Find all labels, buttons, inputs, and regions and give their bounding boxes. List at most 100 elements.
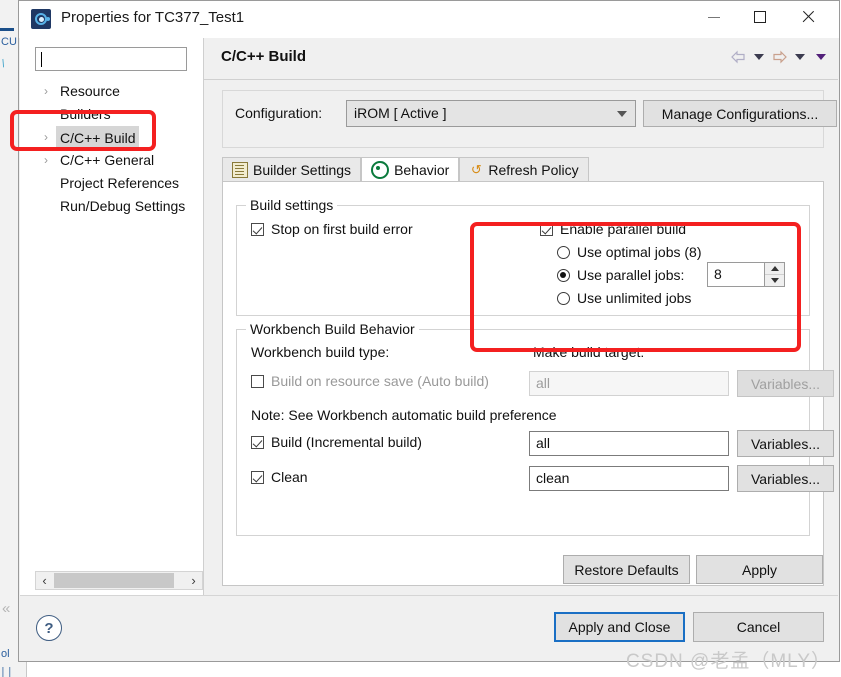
tab-label: Refresh Policy (488, 162, 579, 178)
scrollbar-thumb[interactable] (54, 573, 174, 588)
restore-defaults-label: Restore Defaults (574, 561, 679, 578)
page-title: C/C++ Build (221, 48, 307, 65)
watermark: CSDN @老孟（MLY） (625, 651, 831, 672)
checkbox-label: Clean (271, 469, 308, 485)
incremental-build-target-input[interactable]: all (529, 431, 729, 456)
checkbox-icon[interactable] (251, 374, 264, 388)
sidebar-item-project-references[interactable]: Project References (20, 172, 203, 195)
workbench-legend: Workbench Build Behavior (246, 321, 419, 337)
sidebar-item-ccpp-build[interactable]: › C/C++ Build (20, 126, 203, 151)
sidebar-item-builders[interactable]: Builders (20, 103, 203, 126)
radio-label: Use unlimited jobs (577, 290, 692, 306)
chevron-right-icon[interactable]: › (44, 149, 48, 172)
workbench-build-behavior-group: Workbench Build Behavior Workbench build… (236, 321, 834, 536)
refresh-icon: ↺ (470, 162, 482, 177)
background-slash-icon: / (0, 57, 8, 71)
settings-content-panel: C/C++ Build Configuration: iROM [Active… (204, 38, 838, 596)
close-button[interactable] (785, 1, 831, 33)
parallel-jobs-stepper[interactable]: 8 (707, 262, 785, 287)
radio-icon[interactable] (557, 245, 570, 259)
background-text-bottom: ││ (0, 668, 14, 677)
triangle-down-icon (770, 278, 779, 283)
background-tab-marker (0, 28, 14, 31)
apply-and-close-button[interactable]: Apply and Close (554, 612, 685, 642)
auto-build-variables-button: Variables... (737, 370, 834, 397)
minimize-button[interactable] (691, 1, 737, 33)
stepper-buttons[interactable] (764, 263, 784, 286)
scroll-right-icon[interactable]: › (185, 572, 202, 589)
stepper-up-button[interactable] (765, 263, 784, 275)
stepper-down-button[interactable] (765, 275, 784, 286)
sidebar-item-label: Project References (60, 175, 180, 191)
tab-label: Builder Settings (253, 162, 352, 178)
clean-checkbox[interactable]: Clean (251, 469, 308, 485)
filter-input[interactable] (35, 47, 187, 71)
chevron-right-icon[interactable]: › (44, 126, 48, 149)
forward-arrow-icon[interactable] (771, 49, 788, 65)
back-history-chevron-down-icon[interactable] (754, 54, 764, 60)
maximize-button[interactable] (737, 1, 783, 33)
incremental-build-variables-button[interactable]: Variables... (737, 430, 834, 457)
sidebar-item-label: Resource (60, 83, 120, 99)
more-chevron-down-icon[interactable] (816, 54, 826, 60)
dialog-titlebar[interactable]: Properties for TC377_Test1 (19, 1, 839, 38)
clean-variables-button[interactable]: Variables... (737, 465, 834, 492)
clean-target-input[interactable]: clean (529, 466, 729, 491)
tab-refresh-policy[interactable]: ↺ Refresh Policy (459, 157, 589, 182)
checkbox-label: Stop on first build error (271, 221, 413, 237)
help-button[interactable]: ? (36, 615, 62, 641)
use-parallel-jobs-radio[interactable]: Use parallel jobs: (557, 267, 684, 283)
scroll-left-icon[interactable]: ‹ (36, 572, 53, 589)
radio-label: Use parallel jobs: (577, 267, 685, 283)
sidebar-item-resource[interactable]: › Resource (20, 80, 203, 103)
settings-tree: › Resource Builders › C/C++ Build › C/C+… (20, 80, 203, 218)
tab-behavior[interactable]: Behavior (361, 157, 460, 182)
apply-label: Apply (741, 561, 778, 578)
sidebar-item-run-debug-settings[interactable]: Run/Debug Settings (20, 195, 203, 218)
manage-configurations-button[interactable]: Manage Configurations... (643, 100, 837, 127)
text-caret (41, 52, 42, 67)
build-incremental-checkbox[interactable]: Build (Incremental build) (251, 434, 422, 450)
dialog-title: Properties for TC377_Test1 (61, 9, 245, 26)
build-settings-legend: Build settings (246, 197, 338, 213)
triangle-up-icon (770, 266, 779, 271)
stop-on-first-build-error-checkbox[interactable]: Stop on first build error (251, 221, 413, 237)
background-text-ol: ol (1, 648, 10, 660)
enable-parallel-build-checkbox[interactable]: Enable parallel build (540, 221, 686, 237)
use-optimal-jobs-radio[interactable]: Use optimal jobs (8) (557, 244, 702, 260)
build-on-resource-save-checkbox[interactable]: Build on resource save (Auto build) (251, 373, 489, 389)
checkbox-icon[interactable] (251, 470, 264, 484)
checkbox-icon[interactable] (540, 222, 553, 236)
cancel-button[interactable]: Cancel (693, 612, 824, 642)
use-unlimited-jobs-radio[interactable]: Use unlimited jobs (557, 290, 691, 306)
back-arrow-icon[interactable] (730, 49, 747, 65)
chevron-down-icon[interactable] (617, 111, 627, 117)
configuration-select[interactable]: iROM [ Active ] (346, 100, 636, 127)
checkbox-label: Build (Incremental build) (271, 434, 422, 450)
sidebar-item-label: C/C++ Build (56, 126, 140, 151)
apply-button[interactable]: Apply (696, 555, 823, 584)
chevron-right-icon[interactable]: › (44, 80, 48, 103)
restore-defaults-button[interactable]: Restore Defaults (563, 555, 690, 584)
screenshot-root: CU / « ol ││ Properties for TC377_Test1 … (0, 0, 841, 677)
sidebar-item-ccpp-general[interactable]: › C/C++ General (20, 149, 203, 172)
target-icon (371, 161, 390, 179)
sidebar-item-label: Run/Debug Settings (60, 198, 186, 214)
auto-build-target-input: all (529, 371, 729, 396)
background-chevron-icon: « (2, 600, 11, 617)
tab-builder-settings[interactable]: Builder Settings (222, 157, 362, 182)
configuration-value: iROM [ Active ] (354, 105, 447, 121)
radio-label: Use optimal jobs (8) (577, 244, 702, 260)
forward-history-chevron-down-icon[interactable] (795, 54, 805, 60)
content-header: C/C++ Build (204, 38, 838, 80)
tree-horizontal-scrollbar[interactable]: ‹ › (35, 571, 203, 590)
checkbox-icon[interactable] (251, 222, 264, 236)
sidebar-item-label: Builders (60, 106, 111, 122)
checkbox-icon[interactable] (251, 435, 264, 449)
configuration-box: Configuration: iROM [ Active ] Manage Co… (222, 90, 837, 148)
checkbox-label: Enable parallel build (560, 221, 687, 237)
checkbox-label: Build on resource save (Auto build) (271, 373, 489, 389)
incremental-build-target-value: all (536, 435, 551, 451)
radio-icon[interactable] (557, 268, 570, 282)
radio-icon[interactable] (557, 291, 570, 305)
